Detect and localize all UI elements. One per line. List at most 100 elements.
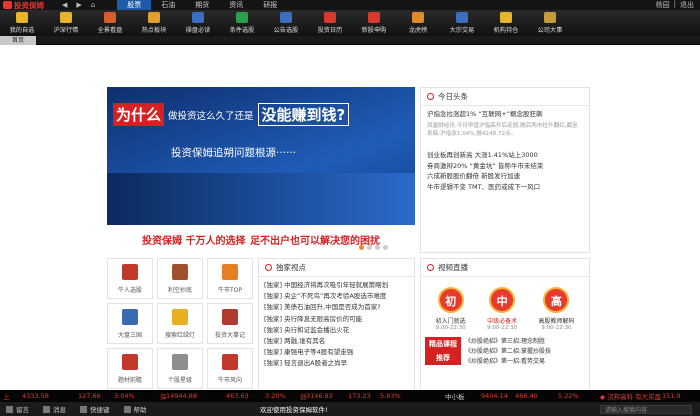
feature-tile[interactable]: 牛市TOP xyxy=(207,258,253,299)
shortcuts-button[interactable]: 快捷键 xyxy=(80,404,110,414)
feature-tile[interactable]: 搜索红绿灯 xyxy=(157,303,203,344)
menu-reports[interactable]: 研报 xyxy=(253,0,287,10)
host-card[interactable]: 中中级必备术 9:00-22:30 xyxy=(487,287,517,331)
quote-value: 466.40 xyxy=(515,392,538,400)
toolbar-item[interactable]: 操盘必读 xyxy=(176,10,220,36)
toolbar-item-label: 公告选股 xyxy=(273,27,299,34)
course-item[interactable]: 《炒股绝招》第二招:掌握炒股技 xyxy=(465,347,551,357)
live-hosts: 初初入门就选 9:00-22:30 中中级必备术 9:00-22:30 高高股教师解… xyxy=(421,277,589,331)
username[interactable]: 杨园 xyxy=(656,0,670,10)
banner-headline: 为什么 做投资这么久了还是 没能赚到钱? xyxy=(113,103,350,126)
toolbar-item[interactable]: 新股申购 xyxy=(352,10,396,36)
feature-tile-label: 牛人选股 xyxy=(117,287,142,294)
home-content: 为什么 做投资这么久了还是 没能赚到钱? 投资保姆追朔问题根源······ 投资… xyxy=(0,45,700,391)
exclusive-item[interactable]: [独家] 央企“不死鸟”再次考验A股选市难度 xyxy=(264,291,409,302)
carousel-dot[interactable] xyxy=(367,245,372,250)
hot-icon xyxy=(148,12,160,23)
exclusive-header: 独家视点 xyxy=(259,259,414,277)
toolbar-item[interactable]: 机构持仓 xyxy=(484,10,528,36)
status-label: 帮助 xyxy=(133,406,147,414)
toolbar-item[interactable]: 全景看盘 xyxy=(88,10,132,36)
feature-tile[interactable]: 牛市风向 xyxy=(207,348,253,389)
exclusive-list: [独家] 中国经济将再次吸引年轻就展策略划 [独家] 央企“不死鸟”再次考验A股… xyxy=(259,277,414,373)
dragon-icon xyxy=(412,12,424,23)
toolbar-item[interactable]: 热点板块 xyxy=(132,10,176,36)
filter-icon xyxy=(236,12,248,23)
lead-headline[interactable]: 沪指急拉涨超1% “互联网+”概念股狂飙 xyxy=(421,106,589,122)
status-bar: 留言 消息 快捷键 帮助 欢迎使用投资保姆软件! 请输入搜索内容 xyxy=(0,402,700,416)
user-area: 杨园 | 退出 xyxy=(656,0,700,10)
feature-tile[interactable]: 利空抄底 xyxy=(157,258,203,299)
menu-futures[interactable]: 期货 xyxy=(185,0,219,10)
toolbar-item[interactable]: 沪深行情 xyxy=(44,10,88,36)
toolbar-item[interactable]: 大宗交易 xyxy=(440,10,484,36)
feature-tile[interactable]: 牛人选股 xyxy=(107,258,153,299)
menu-oil[interactable]: 石油 xyxy=(151,0,185,10)
event-icon xyxy=(544,12,556,23)
notice-icon xyxy=(280,12,292,23)
host-card[interactable]: 初初入门就选 9:00-22:30 xyxy=(436,287,466,331)
quote-value: 4333.58 xyxy=(22,392,49,400)
exclusive-item[interactable]: [独家] 央行和证监会播出火花 xyxy=(264,325,409,336)
host-avatar: 初 xyxy=(437,287,464,313)
carousel-dot[interactable] xyxy=(359,245,364,250)
news-item[interactable]: 六成新股股价翻倍 新股发行加速 xyxy=(427,171,583,182)
course-badge[interactable]: 精品课程 推荐 xyxy=(425,337,461,365)
exclusive-item[interactable]: [独家] 两融,谁有其名 xyxy=(264,336,409,347)
toolbar-item[interactable]: 公告选股 xyxy=(264,10,308,36)
logout-link[interactable]: 退出 xyxy=(680,0,694,10)
feature-tile-label: 牛市TOP xyxy=(217,287,242,294)
quote-value: 463.63 xyxy=(226,392,249,400)
news-list: 创业板再创新高 大涨1.41%站上3000 券商激辩20% “黄金坑” 皆称牛市… xyxy=(421,146,589,196)
status-label: 消息 xyxy=(53,406,66,414)
menu-stocks[interactable]: 股票 xyxy=(117,0,152,10)
back-icon[interactable]: ◀ xyxy=(62,1,67,9)
host-name: 初入门就选 xyxy=(435,318,466,325)
exclusive-item[interactable]: [独家] 康强电子等4股有望走强 xyxy=(264,347,409,358)
news-item[interactable]: 券商激辩20% “黄金坑” 皆称牛市未结束 xyxy=(427,161,583,172)
search-input[interactable]: 请输入搜索内容 xyxy=(600,405,692,414)
menu-news[interactable]: 资讯 xyxy=(219,0,253,10)
top-menu: 股票 石油 期货 资讯 研报 xyxy=(117,0,287,10)
quote-value: 127.66 xyxy=(78,392,101,400)
feature-tile[interactable]: 题材前瞻 xyxy=(107,348,153,389)
toolbar-item[interactable]: 投资日历 xyxy=(308,10,352,36)
carousel-dot[interactable] xyxy=(375,245,380,250)
host-avatar: 高 xyxy=(543,287,570,313)
ipo-icon xyxy=(368,12,380,23)
toolbar-item[interactable]: 龙虎榜 xyxy=(396,10,440,36)
promo-banner[interactable]: 为什么 做投资这么久了还是 没能赚到钱? 投资保姆追朔问题根源······ 投资… xyxy=(107,87,415,253)
feature-tile-label: 题材前瞻 xyxy=(117,377,142,384)
toolbar-item[interactable]: 公司大事 xyxy=(528,10,572,36)
toolbar-item[interactable]: 条件选股 xyxy=(220,10,264,36)
toolbar-item[interactable]: 我的自选 xyxy=(0,10,44,36)
feature-grid: 牛人选股 利空抄底 牛市TOP 大盘三国 搜索红绿灯 投资大事记题材前瞻 个股星级 牛市风向 xyxy=(107,258,255,391)
title-bar: 投资保姆 ◀ ▶ ⌂ 股票 石油 期货 资讯 研报 杨园 | 退出 xyxy=(0,0,700,10)
banner-big-text: 为什么 xyxy=(113,103,165,126)
exclusive-panel: 独家视点 [独家] 中国经济将再次吸引年轻就展策略划 [独家] 央企“不死鸟”再… xyxy=(258,258,415,391)
toolbar-item-label: 全景看盘 xyxy=(97,27,123,34)
news-item[interactable]: 牛市逻辑不变 TMT、医药或成下一风口 xyxy=(427,182,583,193)
quote-value: 上 xyxy=(3,393,10,401)
traffic-light-icon xyxy=(172,309,188,325)
exclusive-item[interactable]: [独家] 轻言退出A股者之尚早 xyxy=(264,358,409,369)
exclusive-item[interactable]: [独家] 美债石油回升,中国是否成为首家? xyxy=(264,302,409,313)
inbox-button[interactable]: 消息 xyxy=(43,404,66,414)
exclusive-item[interactable]: [独家] 中国经济将再次吸引年轻就展策略划 xyxy=(264,280,409,291)
tab-home[interactable]: 首页 xyxy=(0,36,36,45)
help-button[interactable]: 帮助 xyxy=(123,404,147,414)
forward-icon[interactable]: ▶ xyxy=(76,1,81,9)
carousel-dot[interactable] xyxy=(383,245,388,250)
feature-tile[interactable]: 投资大事记 xyxy=(207,303,253,344)
host-card[interactable]: 高高股教师解码 9:00-22:30 xyxy=(538,287,574,331)
feature-tile[interactable]: 个股星级 xyxy=(157,348,203,389)
message-button[interactable]: 留言 xyxy=(6,404,29,414)
news-item[interactable]: 创业板再创新高 大涨1.41%站上3000 xyxy=(427,150,583,161)
exclusive-item[interactable]: [独家] 央行降息无限高房价的可能 xyxy=(264,314,409,325)
toolbar-item-label: 机构持仓 xyxy=(493,27,519,34)
home-icon[interactable]: ⌂ xyxy=(91,1,95,9)
logo-icon xyxy=(3,1,12,9)
feature-tile[interactable]: 大盘三国 xyxy=(107,303,153,344)
course-item[interactable]: 《炒股绝招》第一招:看势交易 xyxy=(465,357,551,367)
course-item[interactable]: 《炒股绝招》第三招:理念制胜 xyxy=(465,337,551,347)
